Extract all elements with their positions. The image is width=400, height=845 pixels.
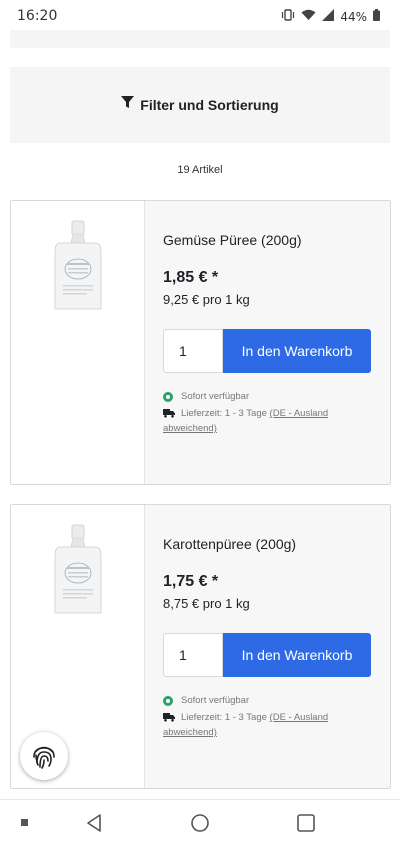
item-count: 19 Artikel <box>177 164 223 176</box>
truck-icon <box>163 409 175 418</box>
status-icons: 44% <box>281 8 380 26</box>
system-nav-bar <box>0 799 400 845</box>
fingerprint-button[interactable] <box>20 732 68 780</box>
delivery-info: Lieferzeit: 1 - 3 Tage (DE - Ausland abw… <box>163 710 373 740</box>
battery-percent: 44% <box>340 10 367 24</box>
availability-text: Sofort verfügbar <box>181 391 250 402</box>
filter-sort-button[interactable]: Filter und Sortierung <box>10 67 390 143</box>
availability-icon <box>163 391 173 402</box>
add-to-cart-button[interactable]: In den Warenkorb <box>223 329 371 373</box>
product-card: Gemüse Püree (200g) 1,85 € * 9,25 € pro … <box>10 200 391 485</box>
availability-text: Sofort verfügbar <box>181 695 250 706</box>
fingerprint-icon <box>33 746 55 769</box>
product-info: Gemüse Püree (200g) 1,85 € * 9,25 € pro … <box>163 201 378 484</box>
add-to-cart-button[interactable]: In den Warenkorb <box>223 633 371 677</box>
availability-icon <box>163 695 173 706</box>
filter-icon <box>121 96 135 114</box>
delivery-info: Lieferzeit: 1 - 3 Tage (DE - Ausland abw… <box>163 406 373 436</box>
header-strip <box>10 30 390 48</box>
product-image[interactable] <box>11 201 145 484</box>
product-unit-price: 8,75 € pro 1 kg <box>163 596 250 611</box>
overview-icon[interactable] <box>295 812 317 834</box>
back-icon[interactable] <box>83 812 105 834</box>
wifi-icon <box>301 8 316 26</box>
product-name[interactable]: Karottenpüree (200g) <box>163 536 296 552</box>
delivery-text: Lieferzeit: 1 - 3 Tage <box>181 712 267 723</box>
delivery-text: Lieferzeit: 1 - 3 Tage <box>181 408 267 419</box>
recent-apps-icon[interactable] <box>14 812 36 834</box>
filter-label: Filter und Sortierung <box>140 97 279 113</box>
product-price: 1,85 € * <box>163 269 219 286</box>
truck-icon <box>163 713 175 722</box>
quantity-input[interactable]: 1 <box>163 329 223 373</box>
pouch-image <box>54 220 102 310</box>
vibrate-icon <box>281 8 295 26</box>
product-card: Karottenpüree (200g) 1,75 € * 8,75 € pro… <box>10 504 391 789</box>
quantity-input[interactable]: 1 <box>163 633 223 677</box>
product-name[interactable]: Gemüse Püree (200g) <box>163 232 302 248</box>
product-unit-price: 9,25 € pro 1 kg <box>163 292 250 307</box>
product-price: 1,75 € * <box>163 573 219 590</box>
home-icon[interactable] <box>189 812 211 834</box>
status-bar: 16:20 44% <box>0 0 400 32</box>
status-time: 16:20 <box>17 8 58 24</box>
signal-icon <box>322 8 335 26</box>
availability-status: Sofort verfügbar <box>163 391 249 402</box>
battery-icon <box>373 8 380 26</box>
availability-status: Sofort verfügbar <box>163 695 249 706</box>
product-info: Karottenpüree (200g) 1,75 € * 8,75 € pro… <box>163 505 378 788</box>
